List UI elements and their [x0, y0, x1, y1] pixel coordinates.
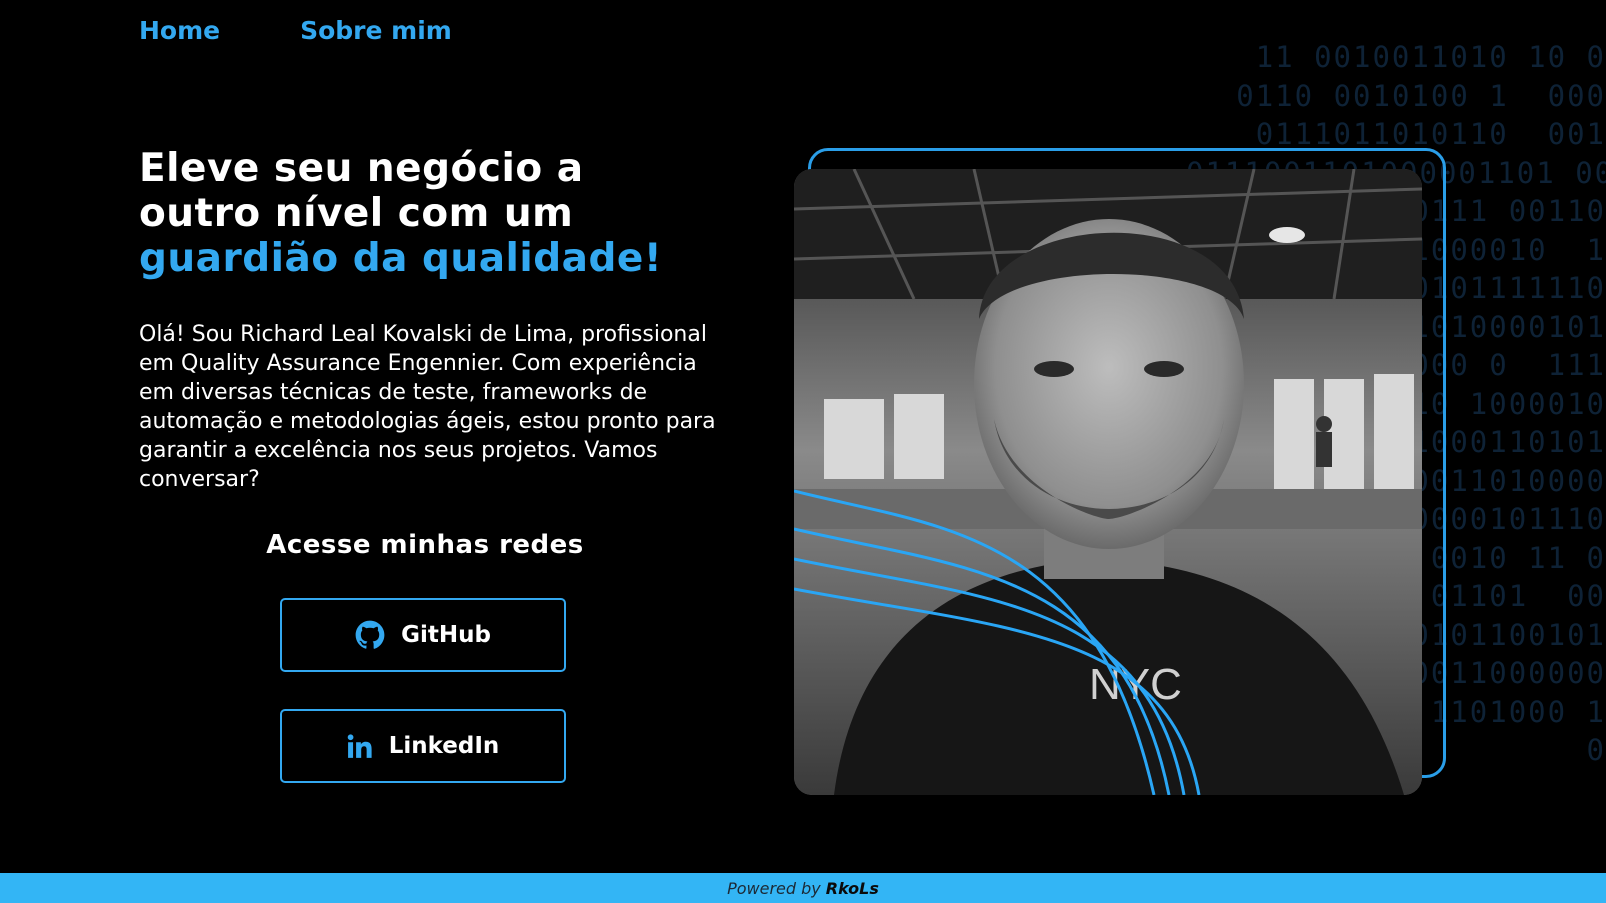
hero-title-line-1: Eleve seu negócio a — [139, 146, 584, 191]
github-button[interactable]: GitHub — [280, 598, 566, 672]
footer: Powered by RkoLs — [0, 873, 1606, 903]
github-icon — [355, 620, 385, 650]
intro-paragraph: Olá! Sou Richard Leal Kovalski de Lima, … — [139, 322, 716, 492]
github-label: GitHub — [401, 622, 491, 648]
social-heading: Acesse minhas redes — [266, 530, 584, 560]
linkedin-icon — [347, 733, 373, 759]
main-nav: Home Sobre mim — [139, 16, 452, 45]
profile-photo: NYC — [794, 169, 1422, 795]
hero-title-accent: guardião da qualidade! — [139, 236, 663, 281]
nav-about-link[interactable]: Sobre mim — [300, 16, 452, 45]
hero-title-line-2: outro nível com um — [139, 191, 574, 236]
nav-home-link[interactable]: Home — [139, 16, 220, 45]
footer-powered-by: Powered by — [727, 878, 821, 898]
hero-title: Eleve seu negócio a outro nível com um g… — [139, 146, 739, 281]
linkedin-button[interactable]: LinkedIn — [280, 709, 566, 783]
linkedin-label: LinkedIn — [388, 733, 500, 759]
footer-brand: RkoLs — [825, 878, 879, 898]
